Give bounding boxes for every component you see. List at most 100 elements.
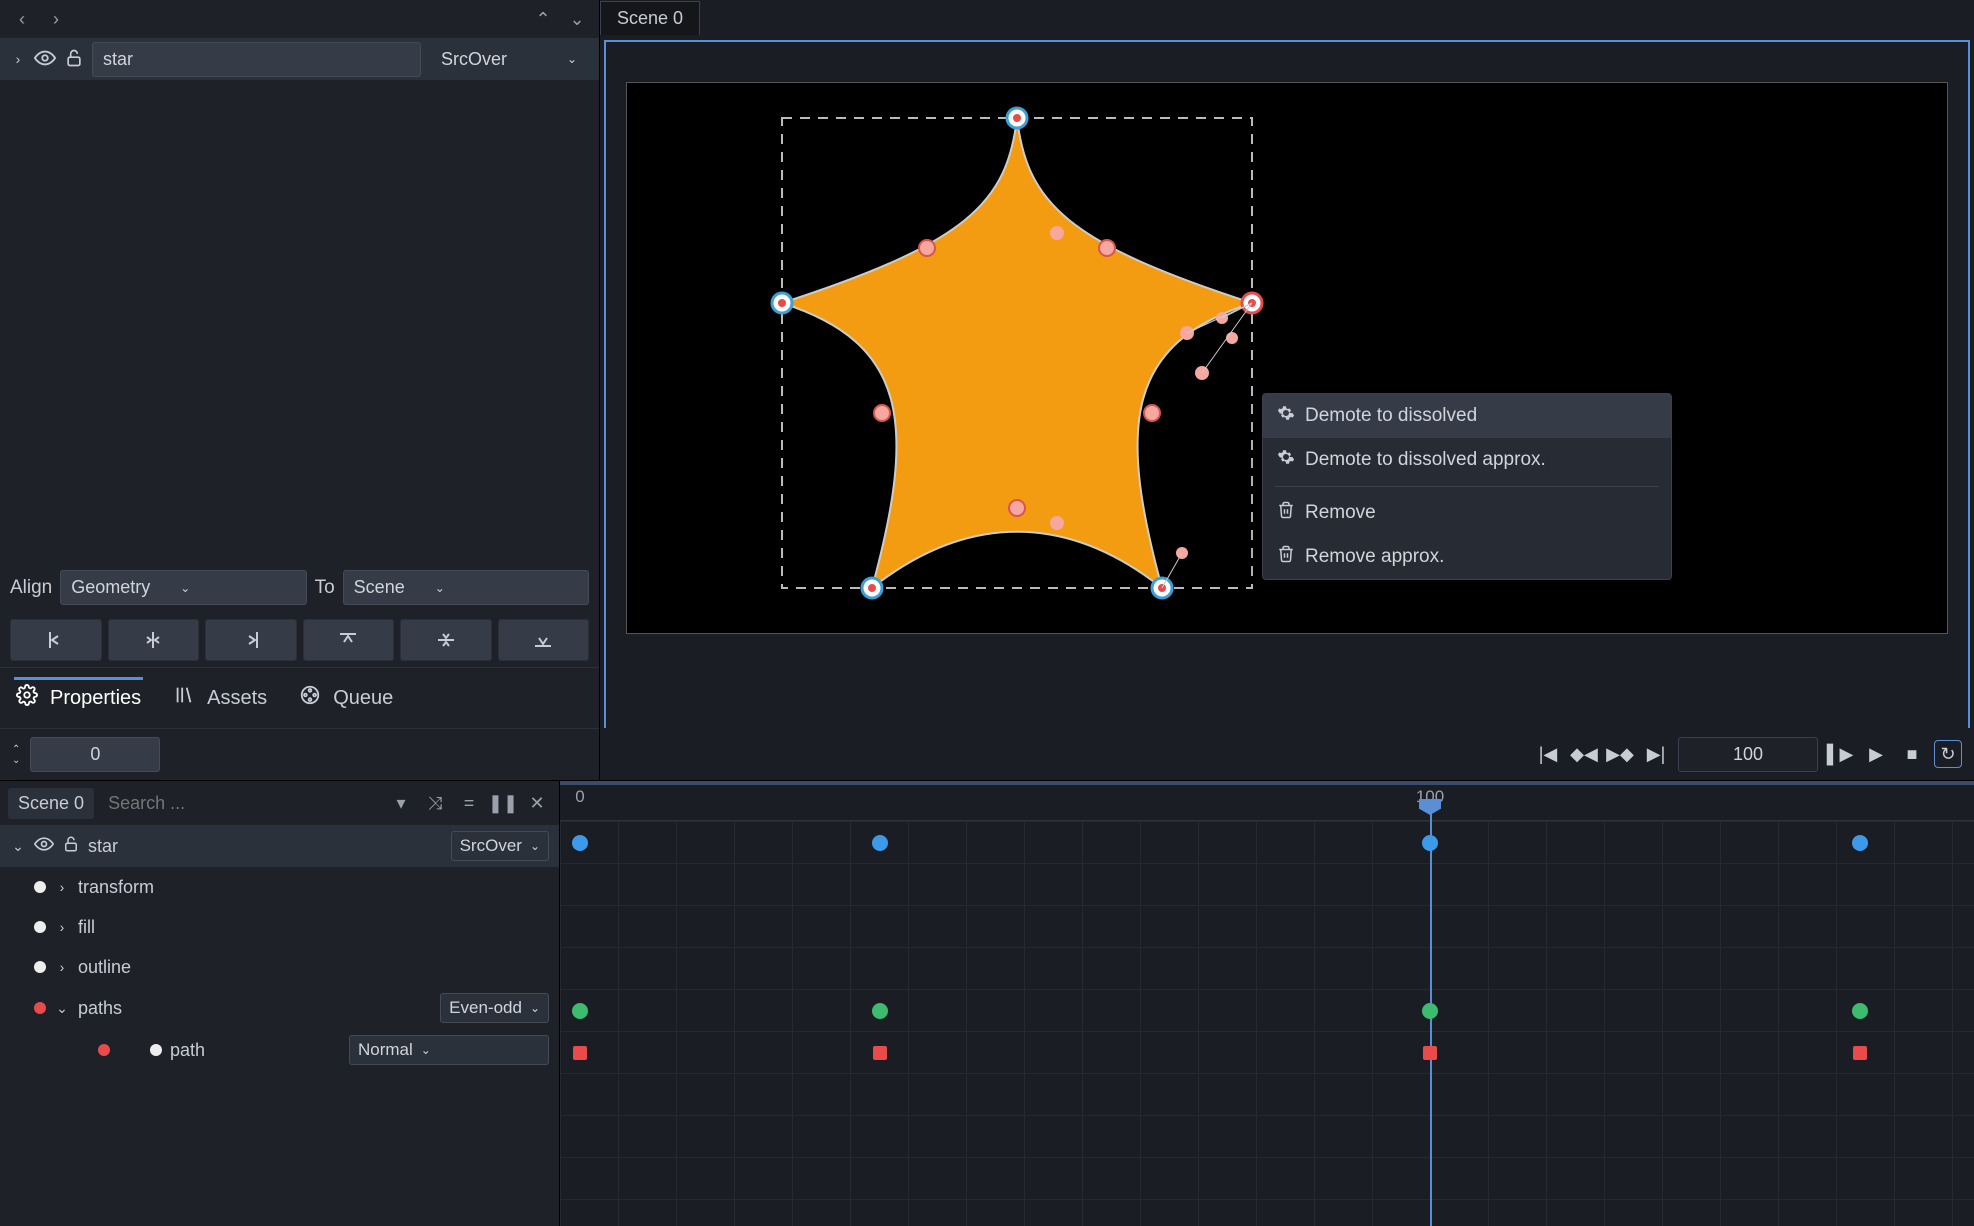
align-center-h-button[interactable] <box>108 619 200 661</box>
keyframe-dot-icon[interactable] <box>34 961 46 973</box>
keyframe-dot-icon[interactable] <box>34 1002 46 1014</box>
current-frame-input[interactable] <box>1678 737 1818 772</box>
goto-start-button[interactable]: |◀ <box>1534 740 1562 768</box>
chevron-down-icon: ⌄ <box>435 581 445 595</box>
expand-down-icon[interactable]: ⌄ <box>563 5 591 33</box>
keyframe[interactable] <box>1852 1003 1868 1019</box>
align-to-select[interactable]: Scene ⌄ <box>343 570 589 605</box>
filter-icon[interactable]: ▾ <box>387 789 415 817</box>
menu-remove[interactable]: Remove <box>1263 491 1671 535</box>
align-left-button[interactable] <box>10 619 102 661</box>
layer-name-input[interactable] <box>92 42 421 77</box>
prev-key-button[interactable]: ◆◀ <box>1570 740 1598 768</box>
chevron-down-icon: ⌄ <box>530 839 540 853</box>
shuffle-icon[interactable]: ⤨ <box>421 789 449 817</box>
close-icon[interactable]: ✕ <box>523 789 551 817</box>
chevron-right-icon[interactable]: › <box>54 879 70 895</box>
play-button[interactable]: ▶ <box>1862 740 1890 768</box>
equals-icon[interactable]: = <box>455 789 483 817</box>
tree-row-transform[interactable]: › transform <box>0 867 559 907</box>
blend-mode-label: SrcOver <box>441 49 507 70</box>
tree-star-blend-select[interactable]: SrcOver ⌄ <box>451 831 549 861</box>
next-key-button[interactable]: ▶◆ <box>1606 740 1634 768</box>
expand-layer-icon[interactable]: › <box>10 51 26 67</box>
pause-columns-icon[interactable]: ❚❚ <box>489 789 517 817</box>
align-top-button[interactable] <box>303 619 395 661</box>
chevron-down-icon: ⌄ <box>180 581 190 595</box>
keyframe[interactable] <box>1422 1003 1438 1019</box>
menu-remove-approx[interactable]: Remove approx. <box>1263 535 1671 579</box>
number-input[interactable] <box>30 737 160 772</box>
align-mode-select[interactable]: Geometry ⌄ <box>60 570 306 605</box>
tab-properties[interactable]: Properties <box>14 677 143 716</box>
chevron-right-icon[interactable]: › <box>54 959 70 975</box>
keyframe[interactable] <box>1853 1046 1867 1060</box>
keyframe[interactable] <box>572 1003 588 1019</box>
star-shape[interactable] <box>757 93 1277 613</box>
step-forward-button[interactable]: ▌▶ <box>1826 740 1854 768</box>
keyframe[interactable] <box>1423 1046 1437 1060</box>
align-right-button[interactable] <box>205 619 297 661</box>
nav-forward-icon[interactable]: › <box>42 5 70 33</box>
gear-icon <box>16 684 38 712</box>
align-to-value: Scene <box>354 577 405 598</box>
chevron-down-icon: ⌄ <box>530 1001 540 1015</box>
scene-tab[interactable]: Scene 0 <box>600 1 700 35</box>
tree-star-blend-label: SrcOver <box>460 836 522 856</box>
align-center-v-button[interactable] <box>400 619 492 661</box>
number-stepper[interactable]: ⌃⌄ <box>12 744 20 766</box>
loop-button[interactable]: ↻ <box>1934 740 1962 768</box>
tree-path-mode-label: Normal <box>358 1040 413 1060</box>
scene-label[interactable]: Scene 0 <box>8 788 94 819</box>
keyframe[interactable] <box>573 1046 587 1060</box>
menu-demote-dissolved[interactable]: Demote to dissolved <box>1263 394 1671 438</box>
keyframe-dot-icon[interactable] <box>98 1044 110 1056</box>
trash-icon <box>1277 545 1295 569</box>
visibility-icon[interactable] <box>34 834 54 859</box>
keyframe[interactable] <box>872 835 888 851</box>
keyframe[interactable] <box>572 835 588 851</box>
tree-outline-label: outline <box>78 957 549 978</box>
stop-button[interactable]: ■ <box>1898 740 1926 768</box>
timeline[interactable]: 0 100 <box>560 781 1974 1226</box>
keyframe[interactable] <box>1422 835 1438 851</box>
keyframe[interactable] <box>1852 835 1868 851</box>
keyframe-dot-icon[interactable] <box>34 881 46 893</box>
canvas[interactable]: Demote to dissolved Demote to dissolved … <box>604 40 1970 776</box>
menu-demote-dissolved-approx[interactable]: Demote to dissolved approx. <box>1263 438 1671 482</box>
tab-queue[interactable]: Queue <box>297 680 395 716</box>
chevron-down-icon[interactable]: ⌄ <box>54 1000 70 1017</box>
canvas-inner[interactable]: Demote to dissolved Demote to dissolved … <box>626 82 1948 634</box>
chevron-down-icon: ⌄ <box>567 52 577 66</box>
blend-mode-select[interactable]: SrcOver ⌄ <box>429 43 589 76</box>
tree-row-paths[interactable]: ⌄ paths Even-odd⌄ <box>0 987 559 1029</box>
tab-assets[interactable]: Assets <box>171 680 269 716</box>
tree-row-star[interactable]: ⌄ star SrcOver⌄ <box>0 825 559 867</box>
tree-path-label: path <box>170 1040 341 1061</box>
tree-path-mode-select[interactable]: Normal⌄ <box>349 1035 549 1065</box>
timeline-ruler[interactable]: 0 100 <box>560 781 1974 821</box>
tree-row-path[interactable]: path Normal⌄ <box>0 1029 559 1071</box>
nav-back-icon[interactable]: ‹ <box>8 5 36 33</box>
goto-end-button[interactable]: ▶| <box>1642 740 1670 768</box>
tree-row-fill[interactable]: › fill <box>0 907 559 947</box>
keyframe-dot-icon[interactable] <box>34 921 46 933</box>
visibility-icon[interactable] <box>34 47 56 72</box>
chevron-down-icon[interactable]: ⌄ <box>10 838 26 855</box>
collapse-up-icon[interactable]: ⌃ <box>529 5 557 33</box>
keyframe[interactable] <box>872 1003 888 1019</box>
align-bottom-button[interactable] <box>498 619 590 661</box>
lock-icon[interactable] <box>64 48 84 71</box>
lock-icon[interactable] <box>62 835 80 858</box>
keyframe[interactable] <box>873 1046 887 1060</box>
search-input[interactable] <box>100 787 381 820</box>
tree-transform-label: transform <box>78 877 549 898</box>
menu-demote-dissolved-label: Demote to dissolved <box>1305 405 1477 427</box>
menu-remove-approx-label: Remove approx. <box>1305 546 1444 568</box>
menu-remove-label: Remove <box>1305 502 1376 524</box>
tree-paths-rule-select[interactable]: Even-odd⌄ <box>440 993 549 1023</box>
reel-icon <box>299 684 321 712</box>
chevron-right-icon[interactable]: › <box>54 919 70 935</box>
keyframe-dot-icon[interactable] <box>150 1044 162 1056</box>
tree-row-outline[interactable]: › outline <box>0 947 559 987</box>
